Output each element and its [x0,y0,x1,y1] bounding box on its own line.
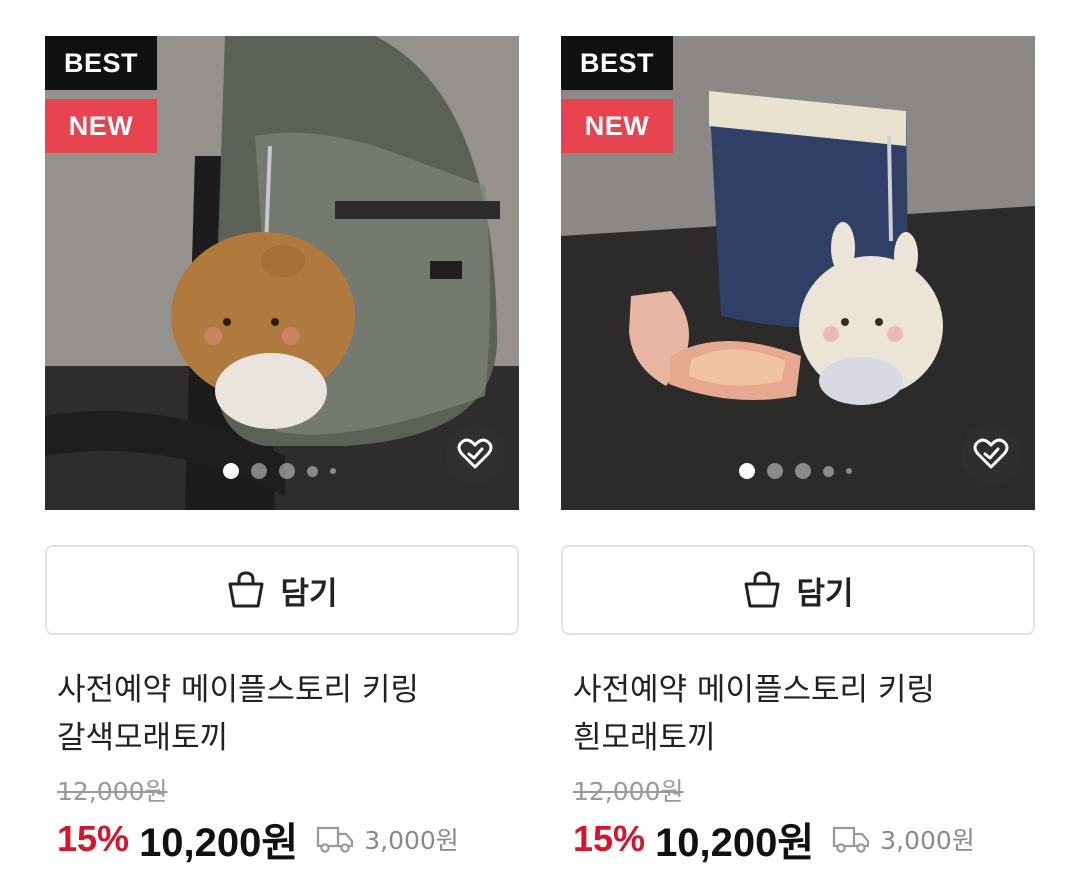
product-card[interactable]: BEST NEW 담기 사전예약 메이플스토리 키링 갈색모래토끼 12,000… [45,36,519,865]
product-title-line1[interactable]: 사전예약 메이플스토리 키링 [57,666,517,714]
product-image[interactable]: BEST NEW [45,36,519,510]
carousel-dot[interactable] [223,463,239,479]
sale-price: 10,200원 [655,821,815,865]
product-title-line1[interactable]: 사전예약 메이플스토리 키링 [573,666,1033,714]
heart-icon [457,438,493,469]
carousel-dot[interactable] [767,463,783,479]
carousel-dot[interactable] [846,468,852,474]
product-title-line2[interactable]: 갈색모래토끼 [57,714,517,762]
best-badge: BEST [561,36,673,90]
product-card[interactable]: BEST NEW 담기 사전예약 메이플스토리 키링 흰모래토끼 12,000원… [561,36,1035,865]
price-row: 15% 10,200원 3,000원 [57,810,459,868]
carousel-dot[interactable] [739,463,755,479]
new-badge: NEW [45,99,157,153]
add-to-cart-label: 담기 [796,575,854,612]
sale-price: 10,200원 [139,821,299,865]
shopping-bag-icon [744,571,780,608]
shopping-bag-icon [228,571,264,608]
original-price: 12,000원 [573,777,684,806]
wishlist-button[interactable] [961,424,1021,484]
shipping-fee: 3,000원 [880,826,975,855]
product-image[interactable]: BEST NEW [561,36,1035,510]
carousel-dot[interactable] [279,463,295,479]
carousel-dot[interactable] [330,468,336,474]
carousel-dot[interactable] [307,465,318,477]
add-to-cart-button[interactable]: 담기 [45,545,519,635]
delivery-truck-icon [832,824,870,854]
discount-rate: 15% [573,818,646,859]
new-badge: NEW [561,99,673,153]
heart-icon [973,438,1009,469]
wishlist-button[interactable] [445,424,505,484]
best-badge: BEST [45,36,157,90]
product-title-line2[interactable]: 흰모래토끼 [573,714,1033,762]
carousel-dot[interactable] [823,465,834,477]
product-title[interactable]: 사전예약 메이플스토리 키링 흰모래토끼 [573,666,1033,762]
product-title[interactable]: 사전예약 메이플스토리 키링 갈색모래토끼 [57,666,517,762]
discount-rate: 15% [57,818,130,859]
original-price: 12,000원 [57,777,168,806]
shipping-fee: 3,000원 [364,826,459,855]
add-to-cart-label: 담기 [280,575,338,612]
carousel-indicator[interactable] [739,463,852,479]
carousel-dot[interactable] [795,463,811,479]
carousel-dot[interactable] [251,463,267,479]
delivery-truck-icon [316,824,354,854]
price-row: 15% 10,200원 3,000원 [573,810,975,868]
add-to-cart-button[interactable]: 담기 [561,545,1035,635]
carousel-indicator[interactable] [223,463,336,479]
